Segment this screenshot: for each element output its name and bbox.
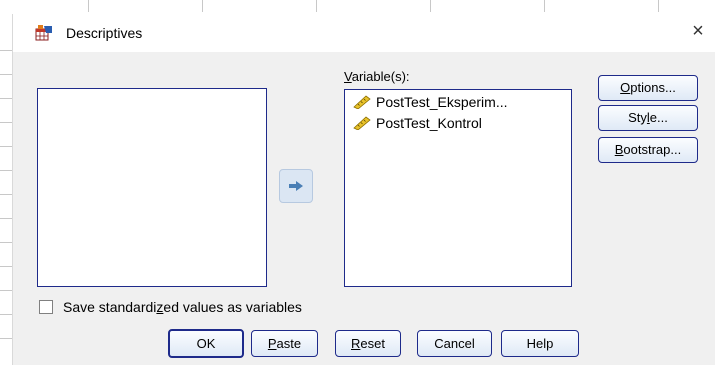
grid-line bbox=[88, 0, 89, 12]
variables-label: Variable(s): bbox=[344, 69, 410, 84]
arrow-right-icon bbox=[289, 181, 303, 191]
save-standardized-option[interactable]: Save standardized values as variables bbox=[39, 299, 302, 315]
grid-line bbox=[658, 0, 659, 12]
target-variable-list[interactable]: PostTest_Eksperim... PostTest_Kontrol bbox=[344, 89, 572, 287]
source-variable-list[interactable] bbox=[37, 88, 267, 287]
scale-ruler-icon bbox=[353, 116, 371, 130]
grid-line bbox=[0, 218, 12, 219]
grid-line bbox=[0, 146, 12, 147]
checkbox-label: Save standardized values as variables bbox=[63, 299, 302, 315]
window-title: Descriptives bbox=[66, 25, 143, 41]
bootstrap-button[interactable]: Bootstrap... bbox=[598, 137, 698, 163]
grid-line bbox=[0, 242, 12, 243]
help-button[interactable]: Help bbox=[501, 330, 579, 357]
scale-ruler-icon bbox=[353, 95, 371, 109]
descriptives-dialog: Descriptives × Variable(s): PostTest_Eks… bbox=[12, 14, 715, 365]
grid-line bbox=[0, 122, 12, 123]
grid-line bbox=[0, 314, 12, 315]
grid-line bbox=[0, 266, 12, 267]
reset-button[interactable]: Reset bbox=[335, 330, 401, 357]
close-button[interactable]: × bbox=[686, 20, 710, 44]
grid-line bbox=[202, 0, 203, 12]
cancel-button[interactable]: Cancel bbox=[417, 330, 492, 357]
ok-button[interactable]: OK bbox=[168, 329, 244, 358]
grid-line bbox=[316, 0, 317, 12]
style-button[interactable]: Style... bbox=[598, 105, 698, 131]
options-button[interactable]: Options... bbox=[598, 75, 698, 101]
grid-line bbox=[0, 170, 12, 171]
spss-dialog-icon bbox=[35, 25, 52, 41]
variable-name: PostTest_Eksperim... bbox=[376, 94, 508, 110]
grid-line bbox=[0, 74, 12, 75]
grid-line bbox=[0, 98, 12, 99]
close-icon: × bbox=[692, 20, 704, 42]
grid-line bbox=[0, 194, 12, 195]
paste-button[interactable]: Paste bbox=[251, 330, 318, 357]
grid-line bbox=[0, 50, 12, 51]
grid-line bbox=[430, 0, 431, 12]
list-item[interactable]: PostTest_Eksperim... bbox=[353, 93, 508, 111]
list-item[interactable]: PostTest_Kontrol bbox=[353, 114, 482, 132]
save-standardized-checkbox[interactable] bbox=[39, 300, 53, 314]
grid-line bbox=[0, 338, 12, 339]
variable-name: PostTest_Kontrol bbox=[376, 115, 482, 131]
grid-line bbox=[0, 290, 12, 291]
title-bar[interactable]: Descriptives × bbox=[13, 14, 715, 52]
grid-line bbox=[544, 0, 545, 12]
move-variable-button[interactable] bbox=[279, 169, 313, 203]
